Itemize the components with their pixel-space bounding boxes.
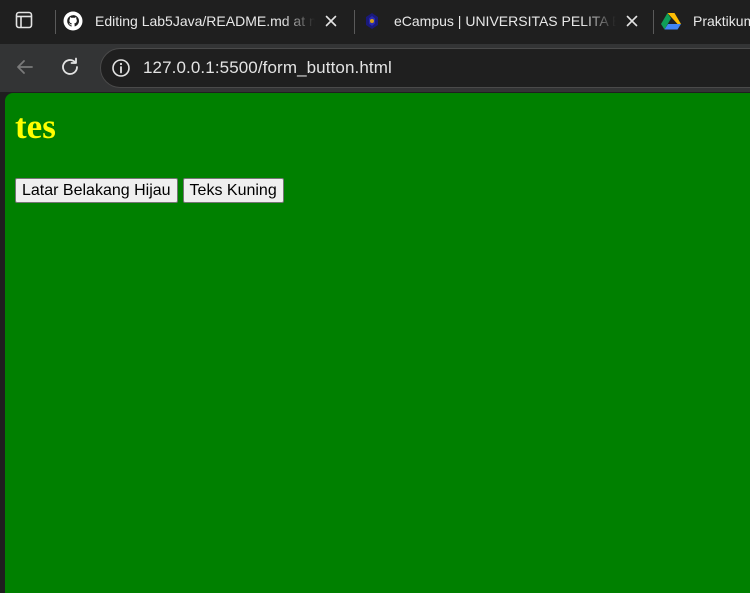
browser-window: Editing Lab5Java/README.md at main eCamp…: [0, 0, 750, 593]
button-group: Latar Belakang Hijau Teks Kuning: [15, 178, 284, 203]
url-host: 127.0.0.1: [143, 58, 215, 77]
tab-title: eCampus | UNIVERSITAS PELITA BANGSA: [394, 13, 616, 29]
google-drive-icon: [661, 11, 681, 31]
close-icon[interactable]: [622, 11, 642, 31]
tab-strip: Editing Lab5Java/README.md at main eCamp…: [0, 0, 750, 44]
reload-button[interactable]: [55, 54, 85, 84]
tab-title: Praktikum: [693, 13, 750, 29]
url-text: 127.0.0.1:5500/form_button.html: [143, 58, 392, 78]
tab-separator: [354, 10, 355, 34]
green-background-button[interactable]: Latar Belakang Hijau: [15, 178, 178, 203]
arrow-left-icon: [14, 56, 36, 83]
sidebar-toggle-icon: [15, 11, 33, 34]
tab-praktikum[interactable]: Praktikum: [661, 4, 750, 38]
tab-title: Editing Lab5Java/README.md at main: [95, 13, 315, 29]
browser-toolbar: 127.0.0.1:5500/form_button.html: [0, 44, 750, 92]
github-icon: [63, 11, 83, 31]
tab-separator: [55, 10, 56, 34]
ecampus-icon: [362, 11, 382, 31]
page-heading: tes: [15, 107, 56, 146]
page-viewport: tes Latar Belakang Hijau Teks Kuning: [5, 93, 750, 593]
address-bar[interactable]: 127.0.0.1:5500/form_button.html: [100, 48, 750, 88]
tab-separator: [653, 10, 654, 34]
reload-icon: [59, 56, 81, 83]
back-button[interactable]: [10, 54, 40, 84]
url-path: :5500/form_button.html: [214, 58, 392, 77]
close-icon[interactable]: [321, 11, 341, 31]
site-info-icon[interactable]: [111, 58, 131, 78]
tab-ecampus[interactable]: eCampus | UNIVERSITAS PELITA BANGSA: [362, 4, 647, 38]
tab-github-readme[interactable]: Editing Lab5Java/README.md at main: [63, 4, 348, 38]
yellow-text-button[interactable]: Teks Kuning: [182, 178, 284, 203]
tab-search-button[interactable]: [10, 8, 38, 36]
